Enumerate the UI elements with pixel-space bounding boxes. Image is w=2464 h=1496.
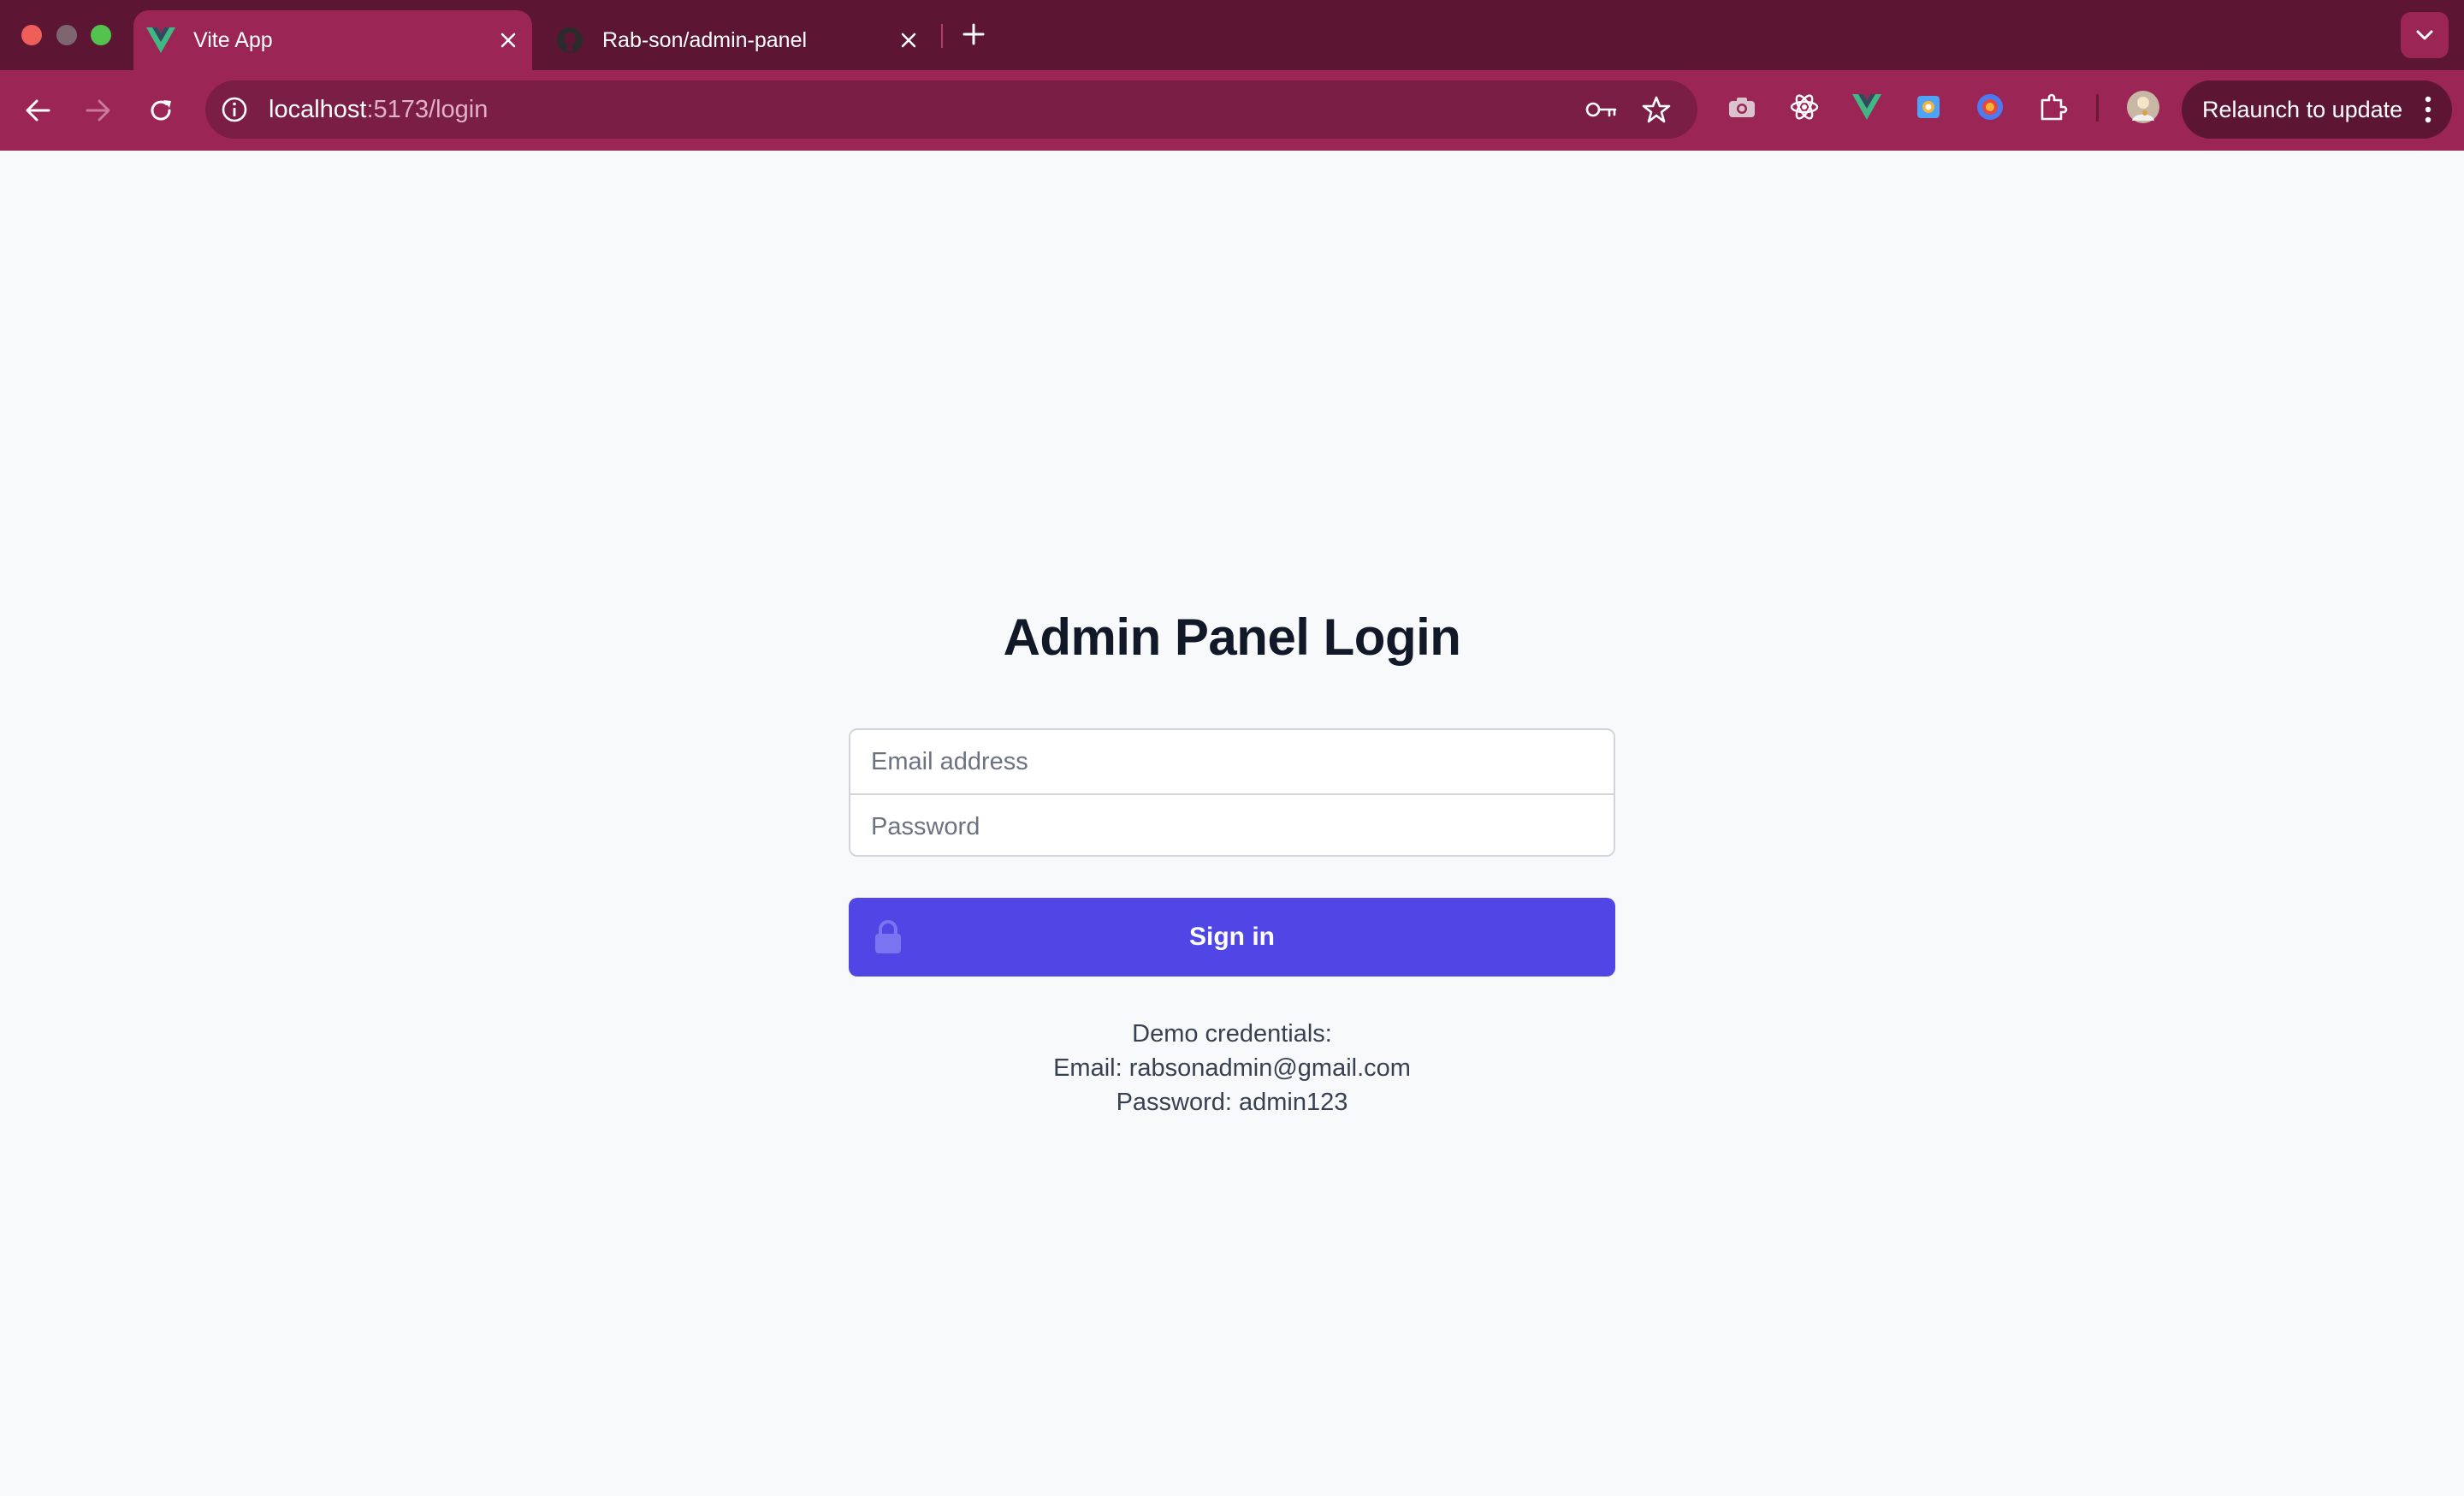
toolbar-divider xyxy=(2096,94,2099,122)
new-tab-button[interactable] xyxy=(957,17,991,51)
tab-search-button[interactable] xyxy=(2401,12,2449,58)
react-devtools-icon[interactable] xyxy=(1787,90,1821,124)
lock-icon xyxy=(873,920,903,954)
page-title: Admin Panel Login xyxy=(1003,608,1461,666)
reload-icon[interactable] xyxy=(140,90,181,131)
url-text: localhost:5173/login xyxy=(269,96,488,124)
github-icon xyxy=(554,25,585,56)
demo-password: Password: admin123 xyxy=(1116,1089,1348,1116)
relaunch-label: Relaunch to update xyxy=(2202,96,2403,122)
sign-in-button[interactable]: Sign in xyxy=(849,898,1615,977)
chrome-extension-icon[interactable] xyxy=(1973,90,2007,124)
tab-title: Rab-son/admin-panel xyxy=(602,27,808,52)
forward-icon[interactable] xyxy=(78,90,119,131)
demo-credentials: Demo credentials: Email: rabsonadmin@gma… xyxy=(0,1017,2464,1119)
close-tab-icon[interactable] xyxy=(891,23,926,57)
password-key-icon[interactable] xyxy=(1584,92,1619,127)
tab-title: Vite App xyxy=(193,27,273,52)
email-field[interactable] xyxy=(850,730,1614,793)
login-form-fields xyxy=(849,728,1615,857)
url-path: :5173/login xyxy=(366,95,489,123)
camera-extension-icon[interactable] xyxy=(1725,90,1759,124)
close-tab-icon[interactable] xyxy=(491,23,525,57)
vue-devtools-icon[interactable] xyxy=(1850,90,1884,124)
login-page: Admin Panel Login Sign in Demo credentia… xyxy=(0,151,2464,1496)
tab-vite-app[interactable]: Vite App xyxy=(133,10,532,70)
demo-email: Email: rabsonadmin@gmail.com xyxy=(1053,1054,1411,1082)
color-picker-extension-icon[interactable] xyxy=(1911,90,1946,124)
close-window-button[interactable] xyxy=(21,25,42,45)
maximize-window-button[interactable] xyxy=(91,25,111,45)
tab-bar: Vite App Rab-son/admin-panel xyxy=(0,0,2464,70)
relaunch-to-update-button[interactable]: Relaunch to update xyxy=(2182,80,2452,139)
browser-toolbar: localhost:5173/login xyxy=(0,70,2464,151)
tab-divider xyxy=(941,24,943,48)
url-host: localhost xyxy=(269,95,367,123)
extensions-puzzle-icon[interactable] xyxy=(2036,90,2070,124)
demo-credentials-title: Demo credentials: xyxy=(1132,1020,1332,1048)
password-field[interactable] xyxy=(850,795,1614,855)
sign-in-label: Sign in xyxy=(1189,923,1275,951)
more-menu-icon[interactable] xyxy=(2423,94,2433,125)
profile-avatar[interactable] xyxy=(2126,90,2160,124)
tab-admin-panel-repo[interactable]: Rab-son/admin-panel xyxy=(548,10,933,70)
site-info-icon[interactable] xyxy=(217,92,252,127)
address-bar[interactable]: localhost:5173/login xyxy=(205,80,1697,139)
back-icon[interactable] xyxy=(17,90,58,131)
bookmark-star-icon[interactable] xyxy=(1639,92,1673,127)
minimize-window-button[interactable] xyxy=(56,25,77,45)
vue-icon xyxy=(145,25,176,56)
